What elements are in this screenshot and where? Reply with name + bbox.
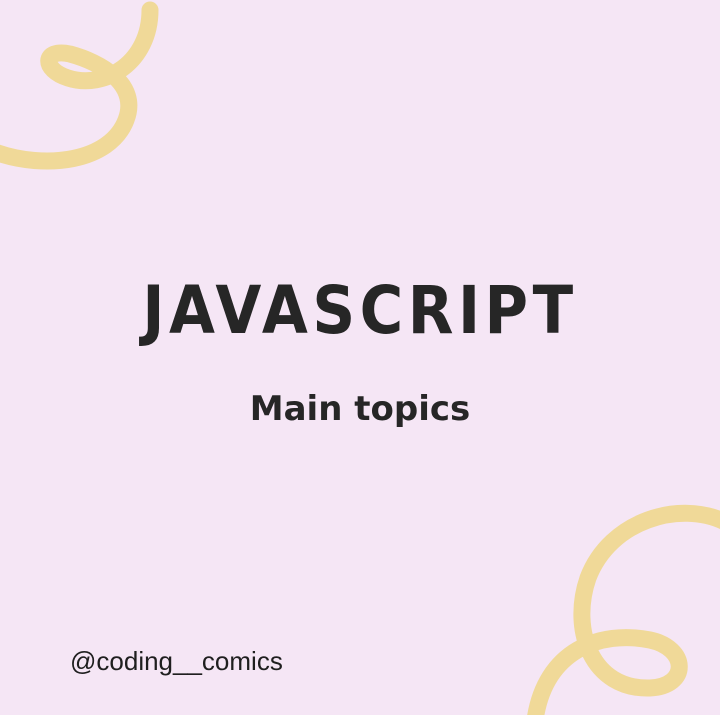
author-handle: @coding__comics [70, 646, 283, 676]
top-left-squiggle [0, 1, 159, 170]
post-title: JAVASCRIPT [142, 272, 578, 349]
post-card: JAVASCRIPT Main topics @coding__comics [0, 0, 720, 715]
bottom-right-squiggle [527, 504, 720, 715]
post-subtitle: Main topics [249, 389, 471, 429]
squiggle-decorations [0, 1, 720, 715]
